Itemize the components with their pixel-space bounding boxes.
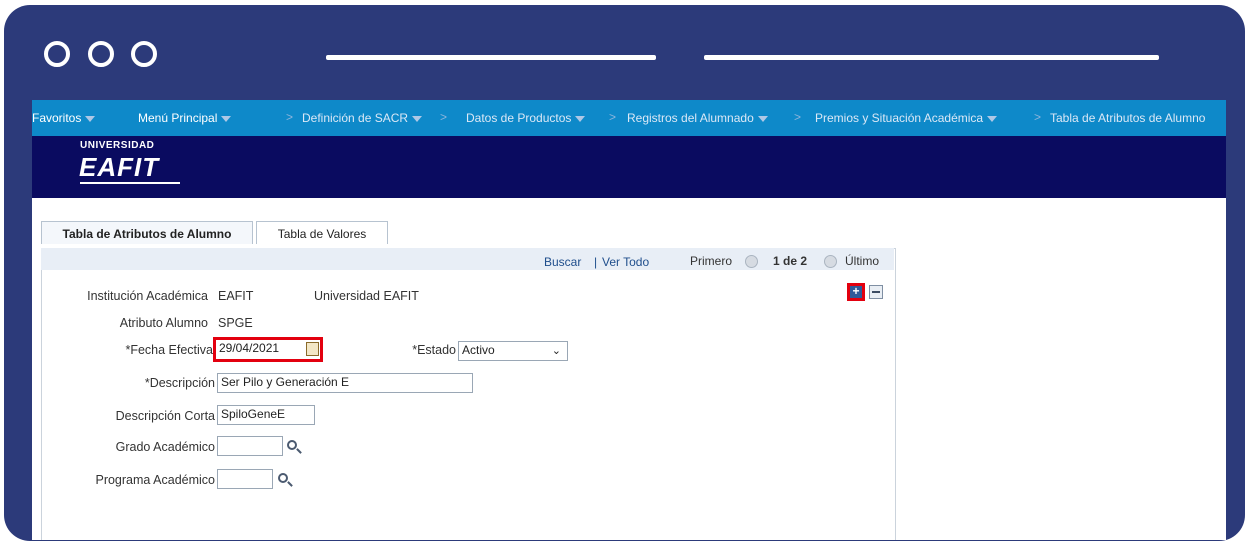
window-dot-1 — [44, 41, 70, 67]
nav-menu-principal[interactable]: Menú Principal — [138, 111, 232, 125]
nav-favoritos[interactable]: Favoritos — [32, 111, 96, 125]
address-bar-placeholder — [326, 55, 656, 60]
breadcrumb-separator: > — [609, 110, 617, 124]
desc-corta-field[interactable]: SpiloGeneE — [217, 405, 315, 425]
chevron-down-icon — [575, 115, 586, 122]
nav-datos-productos[interactable]: Datos de Productos — [466, 111, 586, 125]
logo-text-top: UNIVERSIDAD — [80, 140, 155, 151]
first-link[interactable]: Primero — [690, 254, 732, 268]
desc-corta-label: Descripción Corta — [115, 409, 215, 423]
next-icon[interactable] — [824, 255, 837, 268]
search-icon[interactable] — [278, 473, 288, 483]
chevron-down-icon — [987, 115, 998, 122]
descripcion-field[interactable]: Ser Pilo y Generación E — [217, 373, 473, 393]
chevron-down-icon — [412, 115, 423, 122]
tab-valores[interactable]: Tabla de Valores — [256, 221, 388, 244]
atributo-label: Atributo Alumno — [119, 316, 208, 330]
breadcrumb-separator: > — [794, 110, 802, 124]
estado-value: Activo — [462, 343, 495, 357]
breadcrumb-separator: > — [286, 110, 294, 124]
search-icon[interactable] — [287, 440, 297, 450]
chevron-down-icon: ⌄ — [551, 345, 561, 357]
institucion-label: Institución Académica — [87, 289, 208, 303]
chevron-down-icon — [85, 115, 96, 122]
estado-select[interactable]: Activo ⌄ — [458, 341, 568, 361]
breadcrumb-separator: > — [1034, 110, 1042, 124]
programa-field[interactable] — [217, 469, 273, 489]
window-dot-3 — [131, 41, 157, 67]
grado-field[interactable] — [217, 436, 283, 456]
institucion-code: EAFIT — [218, 289, 254, 303]
chevron-down-icon — [757, 115, 768, 122]
fecha-label: *Fecha Efectiva — [125, 343, 213, 357]
header-banner: UNIVERSIDAD EAFIT — [32, 136, 1226, 198]
pager-row — [41, 248, 894, 270]
search-link[interactable]: Buscar — [544, 255, 581, 269]
institucion-name: Universidad EAFIT — [314, 289, 419, 303]
nav-premios-situacion[interactable]: Premios y Situación Académica — [815, 111, 998, 125]
breadcrumb-separator: > — [440, 110, 448, 124]
app-screen: Favoritos Menú Principal > Definición de… — [32, 100, 1226, 540]
previous-icon[interactable] — [745, 255, 758, 268]
atributo-value: SPGE — [218, 316, 253, 330]
calendar-icon[interactable] — [306, 342, 319, 356]
add-row-icon[interactable]: + — [850, 285, 862, 298]
nav-definicion-sacr[interactable]: Definición de SACR — [302, 111, 423, 125]
tab-atributos-alumno[interactable]: Tabla de Atributos de Alumno — [41, 221, 253, 244]
logo-text-main: EAFIT — [79, 152, 160, 182]
grado-label: Grado Académico — [115, 440, 215, 454]
logo-underline — [80, 182, 180, 184]
fecha-field[interactable]: 29/04/2021 — [216, 340, 304, 358]
descripcion-label: *Descripción — [144, 376, 215, 390]
delete-row-icon[interactable] — [869, 285, 883, 299]
nav-registros-alumnado[interactable]: Registros del Alumnado — [627, 111, 768, 125]
page-count: 1 de 2 — [773, 254, 808, 268]
search-bar-placeholder — [704, 55, 1159, 60]
last-link[interactable]: Último — [845, 254, 879, 268]
breadcrumb: Favoritos Menú Principal > Definición de… — [32, 100, 1226, 136]
window-dot-2 — [88, 41, 114, 67]
nav-tabla-atributos[interactable]: Tabla de Atributos de Alumno — [1050, 111, 1205, 125]
pager-divider: | — [594, 255, 598, 269]
view-all-link[interactable]: Ver Todo — [602, 255, 649, 269]
programa-label: Programa Académico — [95, 473, 215, 487]
estado-label: *Estado — [412, 343, 456, 357]
chevron-down-icon — [221, 115, 232, 122]
